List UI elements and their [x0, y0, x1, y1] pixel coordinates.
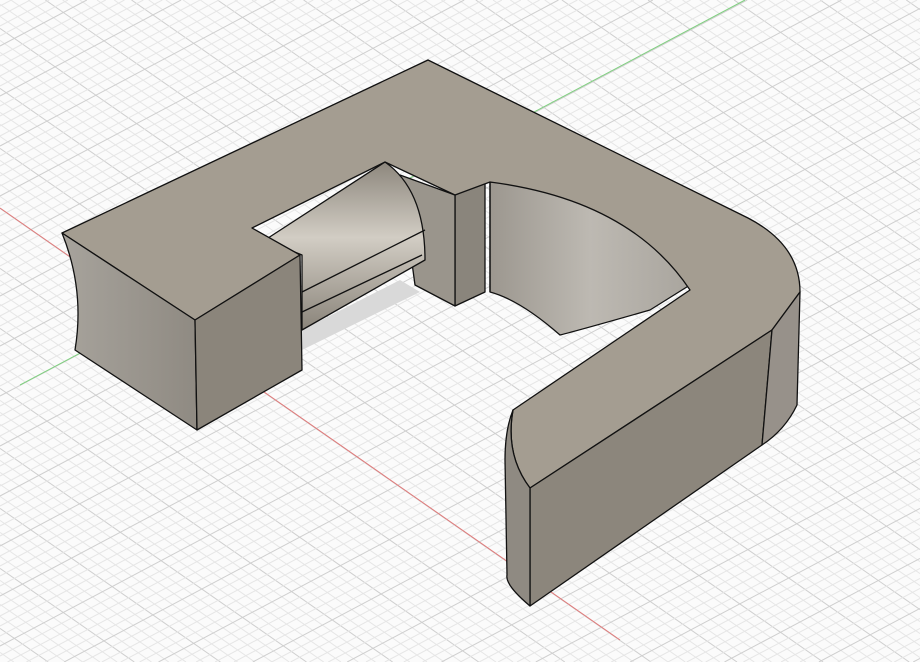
- grid-line: [0, 0, 69, 37]
- canvas[interactable]: [0, 0, 920, 662]
- grid-line: [0, 459, 290, 662]
- grid-line: [0, 0, 125, 67]
- pocket-wall-left: [454, 181, 486, 307]
- cad-viewport[interactable]: [0, 0, 920, 662]
- grid-line: [0, 579, 118, 662]
- grid-line: [751, 0, 920, 119]
- grid-line: [0, 0, 144, 77]
- grid-line: [912, 657, 920, 662]
- grid-line: [0, 399, 376, 662]
- grid-line: [0, 0, 88, 47]
- grid-line: [0, 651, 15, 662]
- grid-line: [0, 603, 83, 662]
- grid-line: [799, 597, 920, 662]
- grid-line: [0, 0, 12, 7]
- grid-line: [856, 627, 920, 662]
- grid-line: [0, 0, 257, 137]
- grid-line: [837, 0, 920, 59]
- grid-line: [0, 0, 238, 127]
- grid-line: [0, 0, 201, 107]
- grid-line: [686, 537, 920, 662]
- grid-line: [724, 557, 920, 662]
- grid-line: [768, 0, 920, 107]
- grid-line: [854, 0, 920, 47]
- grid-line: [0, 0, 182, 97]
- grid-line: [0, 423, 342, 662]
- grid-line: [733, 0, 920, 131]
